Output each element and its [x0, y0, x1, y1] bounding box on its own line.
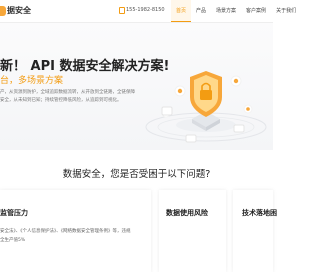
phone-number: 155-1982-8150: [126, 7, 165, 13]
phone-icon: [119, 7, 125, 14]
nav-item-solutions[interactable]: 场景方案: [211, 0, 241, 22]
hero-desc-line: 安全，从未知到已知；持续管控降低风险，从追踪到可视化。: [0, 98, 122, 103]
main-nav: 首页 产品 场景方案 客户案例 关于我们: [171, 0, 301, 22]
hero-banner: 新！ API 数据安全解决方案! 台，多场景方案 产，从资源到防护，全域追踪数据…: [0, 23, 273, 150]
nav-item-home[interactable]: 首页: [171, 0, 192, 22]
card-title: 技术落地困: [242, 209, 277, 217]
logo-mark: [0, 6, 6, 16]
problem-cards: 监管压力 安全法》、《个人信息保护法》、《网络数据安全管理条例》等，违规 全生产…: [0, 190, 277, 272]
hero-illustration: [145, 71, 267, 143]
card-text: 安全法》、《个人信息保护法》、《网络数据安全管理条例》等，违规: [0, 229, 131, 234]
hero-subtitle: 台，多场景方案: [0, 76, 64, 86]
card-title: 监管压力: [0, 209, 28, 217]
nav-item-about[interactable]: 关于我们: [271, 0, 301, 22]
card-data-usage-risk[interactable]: 数据使用风险: [159, 190, 226, 272]
nav-item-cases[interactable]: 客户案例: [241, 0, 271, 22]
shield-icon: [190, 71, 222, 117]
hero-description: 产，从资源到防护，全域追踪数据流转，从开放到全链路，全链保障 安全，从未知到已知…: [0, 89, 136, 105]
section-title: 数据安全，您是否受困于以下问题?: [62, 169, 211, 180]
card-regulatory-pressure[interactable]: 监管压力 安全法》、《个人信息保护法》、《网络数据安全管理条例》等，违规 全生产…: [0, 190, 151, 272]
nav-item-products[interactable]: 产品: [191, 0, 211, 22]
logo-text[interactable]: 据安全: [7, 5, 31, 16]
card-title: 数据使用风险: [166, 209, 208, 217]
top-header: 据安全 155-1982-8150 首页 产品 场景方案 客户案例 关于我们: [0, 0, 296, 23]
card-text: 全生产值5%: [0, 238, 26, 243]
hero-desc-line: 产，从资源到防护，全域追踪数据流转，从开放到全链路，全链保障: [0, 90, 135, 95]
card-tech-difficulty[interactable]: 技术落地困: [233, 190, 277, 272]
